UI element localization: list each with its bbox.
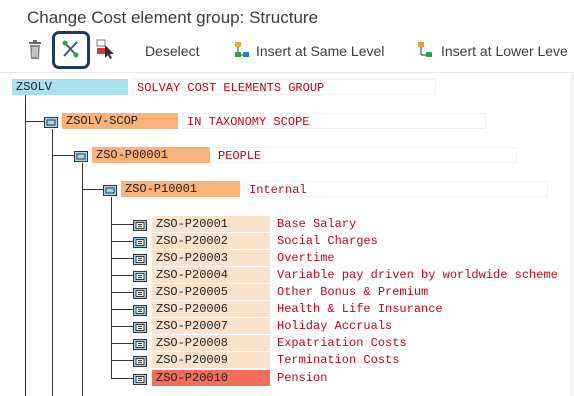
insert-same-level-button[interactable]: Insert at Same Level	[256, 43, 384, 59]
tree-line	[25, 121, 44, 122]
toolbar-divider	[0, 72, 574, 73]
document-node-icon[interactable]	[133, 337, 147, 350]
leaf-code[interactable]: ZSO-P20002	[152, 233, 270, 249]
document-node-icon[interactable]	[133, 286, 147, 299]
tree-node-level1-code[interactable]: ZSOLV-SCOP	[62, 113, 178, 129]
tree-node-level3-description: Internal	[244, 181, 548, 197]
tree-node-level2-description: PEOPLE	[213, 147, 517, 163]
leaf-code[interactable]: ZSO-P20004	[152, 267, 270, 283]
leaf-description: Social Charges	[277, 234, 378, 248]
trash-icon[interactable]	[26, 40, 44, 65]
document-node-icon[interactable]	[133, 218, 147, 231]
document-node-icon[interactable]	[133, 320, 147, 333]
leaf-description: Expatriation Costs	[277, 336, 407, 350]
leaf-code[interactable]: ZSO-P20001	[152, 216, 270, 232]
leaf-code[interactable]: ZSO-P20003	[152, 250, 270, 266]
folder-icon[interactable]	[103, 183, 117, 196]
tree-line	[111, 326, 133, 327]
tree-node-level3-code[interactable]: ZSO-P10001	[121, 181, 240, 197]
leaf-code-selected[interactable]: ZSO-P20010	[152, 370, 270, 386]
highlight-box	[52, 31, 90, 69]
leaf-description: Overtime	[277, 251, 335, 265]
insert-same-level-icon	[234, 41, 250, 64]
insert-lower-level-button[interactable]: Insert at Lower Leve	[441, 43, 568, 59]
leaf-code[interactable]: ZSO-P20008	[152, 335, 270, 351]
tree-line	[111, 224, 133, 225]
leaf-description: Health & Life Insurance	[277, 302, 443, 316]
tree-line	[82, 163, 83, 396]
leaf-code[interactable]: ZSO-P20006	[152, 301, 270, 317]
tree-node-root-description: SOLVAY COST ELEMENTS GROUP	[132, 79, 436, 95]
tree-line	[111, 275, 133, 276]
leaf-description: Base Salary	[277, 217, 357, 231]
tree-line	[52, 129, 53, 396]
document-node-icon[interactable]	[133, 372, 147, 385]
tree-line	[82, 189, 103, 190]
tree-line	[111, 360, 133, 361]
tree-node-level1-description: IN TAXONOMY SCOPE	[182, 113, 486, 129]
page-title: Change Cost element group: Structure	[27, 8, 319, 27]
folder-icon[interactable]	[44, 115, 58, 128]
insert-lower-level-icon	[417, 41, 433, 64]
leaf-code[interactable]: ZSO-P20007	[152, 318, 270, 334]
tree-line	[52, 155, 74, 156]
document-node-icon[interactable]	[133, 303, 147, 316]
deselect-button[interactable]: Deselect	[145, 43, 199, 59]
document-node-icon[interactable]	[133, 252, 147, 265]
leaf-description: Variable pay driven by worldwide scheme	[277, 268, 558, 282]
tree-line	[111, 292, 133, 293]
tree-line	[111, 343, 133, 344]
vertical-scrollbar[interactable]	[570, 74, 574, 396]
leaf-code[interactable]: ZSO-P20009	[152, 352, 270, 368]
leaf-description: Holiday Accruals	[277, 319, 393, 333]
tree-line	[111, 309, 133, 310]
document-node-icon[interactable]	[133, 269, 147, 282]
select-cursor-icon[interactable]	[96, 39, 116, 64]
tree-line	[111, 378, 133, 379]
tree-node-level2-code[interactable]: ZSO-P00001	[92, 147, 210, 163]
document-node-icon[interactable]	[133, 354, 147, 367]
document-node-icon[interactable]	[133, 235, 147, 248]
folder-icon[interactable]	[74, 149, 88, 162]
tree-node-root-code[interactable]: ZSOLV	[12, 79, 128, 95]
tree-line	[111, 258, 133, 259]
leaf-code[interactable]: ZSO-P20005	[152, 284, 270, 300]
tree-line	[25, 95, 26, 396]
tree-line	[111, 241, 133, 242]
leaf-description: Other Bonus & Premium	[277, 285, 429, 299]
leaf-description: Pension	[277, 371, 328, 385]
leaf-description: Termination Costs	[277, 353, 400, 367]
